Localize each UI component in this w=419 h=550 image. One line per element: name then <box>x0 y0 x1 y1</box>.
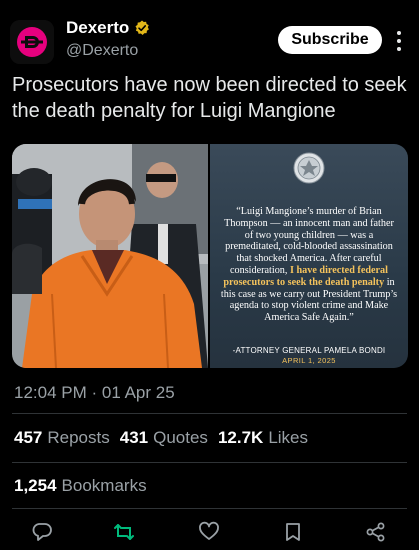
likes-count: 12.7K <box>217 428 264 447</box>
dexerto-logo-icon <box>10 20 54 64</box>
avatar[interactable] <box>10 20 54 64</box>
like-button[interactable] <box>195 518 223 546</box>
reply-icon <box>32 523 52 541</box>
account-name[interactable]: Dexerto <box>66 18 129 38</box>
tweet-timestamp[interactable]: 12:04 PM · 01 Apr 25 <box>14 383 175 403</box>
quotes-label: Quotes <box>153 428 208 447</box>
divider <box>12 508 407 509</box>
like-icon <box>199 521 219 540</box>
bookmark-icon <box>286 523 300 541</box>
account-handle[interactable]: @Dexerto <box>66 42 138 60</box>
mangione-photo <box>12 144 208 368</box>
likes-label: Likes <box>268 428 308 447</box>
doj-seal-icon <box>293 152 325 184</box>
engagement-stats: 457 Reposts 431 Quotes 12.7K Likes <box>14 428 308 448</box>
quotes-stat[interactable]: 431 Quotes <box>120 428 208 448</box>
repost-button[interactable] <box>110 518 138 546</box>
bookmarks-label: Bookmarks <box>61 476 147 495</box>
tweet-media[interactable]: “Luigi Mangione’s murder of Brian Thomps… <box>12 144 408 368</box>
share-button[interactable] <box>362 518 390 546</box>
bookmarks-stat[interactable]: 1,254 Bookmarks <box>14 476 147 496</box>
account-name-row: Dexerto <box>66 18 150 38</box>
likes-stat[interactable]: 12.7K Likes <box>218 428 308 448</box>
tweet-text: Prosecutors have now been directed to se… <box>12 74 407 122</box>
subscribe-button[interactable]: Subscribe <box>278 26 382 54</box>
bookmark-button[interactable] <box>279 518 307 546</box>
reposts-label: Reposts <box>47 428 110 447</box>
bookmarks-count: 1,254 <box>14 476 57 495</box>
reposts-stat[interactable]: 457 Reposts <box>14 428 110 448</box>
reposts-count: 457 <box>14 428 43 447</box>
divider <box>12 413 407 414</box>
quote-text: “Luigi Mangione’s murder of Brian Thomps… <box>220 206 398 324</box>
quotes-count: 431 <box>119 428 149 447</box>
action-bar <box>0 518 419 548</box>
divider <box>12 462 407 463</box>
reply-button[interactable] <box>28 518 56 546</box>
quote-graphic: “Luigi Mangione’s murder of Brian Thomps… <box>210 144 408 368</box>
repost-icon <box>114 524 134 540</box>
more-vertical-icon[interactable] <box>393 28 405 54</box>
quote-attribution: -ATTORNEY GENERAL PAMELA BONDI <box>232 346 386 355</box>
quote-attribution-date: APRIL 1, 2025 <box>282 356 336 365</box>
share-icon <box>366 522 385 542</box>
verified-badge-icon <box>135 20 150 35</box>
tweet-header: Dexerto @Dexerto Subscribe <box>0 0 419 70</box>
